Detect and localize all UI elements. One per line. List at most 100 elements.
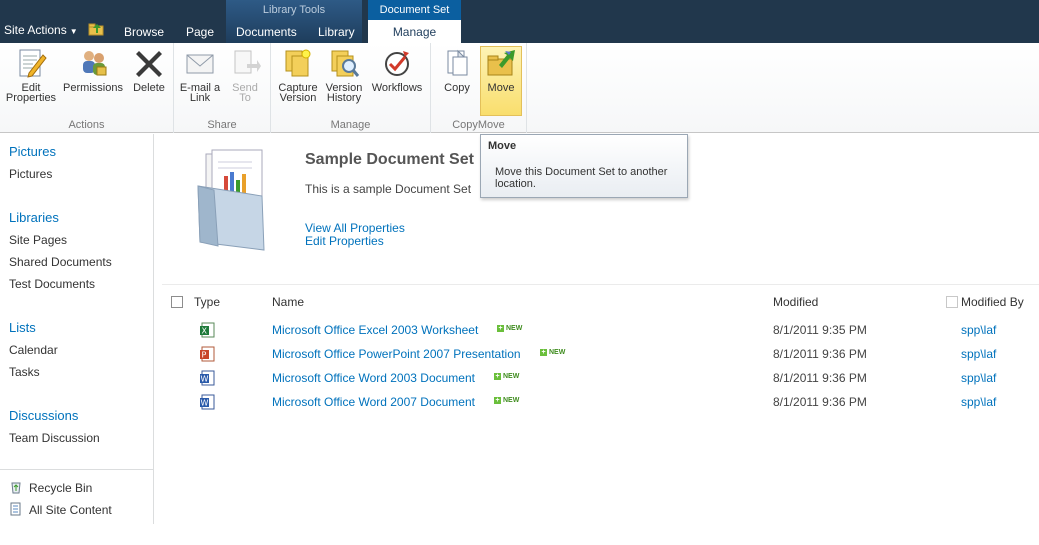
nav-item-calendar[interactable]: Calendar <box>9 343 58 357</box>
tab-browse[interactable]: Browse <box>124 25 164 39</box>
send-to-label-2: To <box>239 92 251 104</box>
nav-item-site-pages[interactable]: Site Pages <box>9 233 67 247</box>
site-actions-menu[interactable]: Site Actions ▼ <box>4 23 78 37</box>
navigate-up-icon[interactable] <box>88 22 104 36</box>
new-badge-2: + NEW <box>540 349 565 356</box>
workflows-button[interactable]: Workflows <box>368 47 426 94</box>
version-history-icon <box>331 50 360 77</box>
capture-version-button[interactable]: Capture Version <box>275 47 321 104</box>
nav-heading-pictures[interactable]: Pictures <box>9 144 56 159</box>
nav-heading-discussions[interactable]: Discussions <box>9 408 78 423</box>
new-badge-3: + NEW <box>494 373 519 380</box>
library-tools-label: Library Tools <box>262 4 326 16</box>
library-tools-group: Library Tools Documents Library <box>226 0 362 43</box>
page-title: Sample Document Set <box>305 151 474 168</box>
column-header-modified-by[interactable]: Modified By <box>961 295 1024 309</box>
new-badge-1: + NEW <box>497 325 522 332</box>
excel-icon: X <box>200 322 215 338</box>
delete-icon <box>136 51 162 77</box>
tooltip-title: Move <box>488 140 517 152</box>
table-row-name-3[interactable]: Microsoft Office Word 2003 Document <box>272 371 475 385</box>
version-history-button[interactable]: Version History <box>321 47 367 104</box>
column-header-name[interactable]: Name <box>272 295 304 309</box>
copy-label: Copy <box>444 82 470 94</box>
tab-manage[interactable]: Manage <box>368 20 461 43</box>
table-row-modified-by-2[interactable]: spp\laf <box>961 347 996 361</box>
ribbon: Edit Properties Permissions Delete Actio… <box>0 43 1039 133</box>
share-group-label: Share <box>207 119 237 131</box>
delete-label: Delete <box>133 82 165 94</box>
all-site-content-icon <box>10 502 21 516</box>
column-header-type[interactable]: Type <box>194 295 220 309</box>
column-header-modified[interactable]: Modified <box>773 295 818 309</box>
copy-button[interactable]: Copy <box>437 47 477 94</box>
table-row-modified-by-3[interactable]: spp\laf <box>961 371 996 385</box>
copymove-group-label: CopyMove <box>452 119 505 131</box>
capture-version-label-2: Version <box>279 92 317 104</box>
table-row-modified-1: 8/1/2011 9:35 PM <box>773 323 867 337</box>
word-icon: W <box>200 394 215 410</box>
powerpoint-icon: P <box>200 346 215 362</box>
nav-heading-libraries[interactable]: Libraries <box>9 210 59 225</box>
move-icon <box>487 50 515 76</box>
column-filter-checkbox[interactable] <box>946 296 958 308</box>
nav-item-shared-documents[interactable]: Shared Documents <box>9 255 112 269</box>
ribbon-group-share: E-mail a Link Send To Share <box>174 43 271 133</box>
tab-library[interactable]: Library <box>318 25 355 39</box>
word-icon: W <box>200 370 215 386</box>
tooltip-body: Move this Document Set to another locati… <box>495 166 668 190</box>
new-badge-label-3: NEW <box>503 373 520 380</box>
table-row-name-2[interactable]: Microsoft Office PowerPoint 2007 Present… <box>272 347 521 361</box>
copy-icon <box>447 49 468 76</box>
document-set-icon <box>197 149 265 251</box>
new-badge-4: + NEW <box>494 397 519 404</box>
top-bar: Site Actions ▼ Browse Page Library Tools … <box>0 0 1039 43</box>
all-site-content-link[interactable]: All Site Content <box>9 502 112 517</box>
document-set-label: Document Set <box>379 4 450 16</box>
table-row-modified-by-4[interactable]: spp\laf <box>961 395 996 409</box>
svg-text:X: X <box>202 327 208 336</box>
send-to-icon <box>234 50 261 74</box>
nav-item-team-discussion[interactable]: Team Discussion <box>9 431 100 445</box>
view-all-properties-link[interactable]: View All Properties <box>305 221 405 235</box>
all-site-content-label: All Site Content <box>29 503 112 517</box>
new-badge-label-1: NEW <box>506 325 523 332</box>
delete-button[interactable]: Delete <box>128 47 170 94</box>
chevron-down-icon: ▼ <box>69 27 78 36</box>
svg-text:W: W <box>201 375 209 384</box>
nav-heading-lists[interactable]: Lists <box>9 320 36 335</box>
svg-text:W: W <box>201 399 209 408</box>
move-button[interactable]: Move <box>480 46 522 116</box>
permissions-button[interactable]: Permissions <box>62 47 124 94</box>
permissions-icon <box>83 51 107 76</box>
ribbon-group-copymove: Copy Move CopyMove <box>431 43 527 133</box>
manage-group-label: Manage <box>330 119 371 131</box>
nav-item-tasks[interactable]: Tasks <box>9 365 40 379</box>
recycle-bin-link[interactable]: Recycle Bin <box>9 480 92 495</box>
send-to-button[interactable]: Send To <box>226 47 264 104</box>
table-row-modified-by-1[interactable]: spp\laf <box>961 323 996 337</box>
tab-page[interactable]: Page <box>186 25 214 39</box>
actions-group-label: Actions <box>68 119 105 131</box>
svg-text:P: P <box>202 351 207 360</box>
nav-item-test-documents[interactable]: Test Documents <box>9 277 95 291</box>
table-row-name-4[interactable]: Microsoft Office Word 2007 Document <box>272 395 475 409</box>
quick-launch: Pictures Pictures Libraries Site Pages S… <box>0 134 154 524</box>
new-plus-icon: + <box>494 397 501 404</box>
workflows-icon <box>385 51 409 76</box>
recycle-bin-label: Recycle Bin <box>29 481 93 495</box>
email-link-button[interactable]: E-mail a Link <box>178 47 222 104</box>
select-all-checkbox[interactable] <box>171 296 183 308</box>
version-history-label-2: History <box>326 92 362 104</box>
nav-item-pictures[interactable]: Pictures <box>9 167 52 181</box>
content-divider <box>162 284 1039 285</box>
table-row-name-1[interactable]: Microsoft Office Excel 2003 Worksheet <box>272 323 478 337</box>
edit-properties-link[interactable]: Edit Properties <box>305 234 384 248</box>
permissions-label: Permissions <box>63 82 123 94</box>
tab-documents[interactable]: Documents <box>236 25 297 39</box>
docset-description: This is a sample Document Set <box>305 182 472 196</box>
capture-version-icon <box>285 49 311 77</box>
new-badge-label-4: NEW <box>503 397 520 404</box>
edit-properties-button[interactable]: Edit Properties <box>3 47 59 104</box>
ribbon-group-actions: Edit Properties Permissions Delete Actio… <box>0 43 174 133</box>
